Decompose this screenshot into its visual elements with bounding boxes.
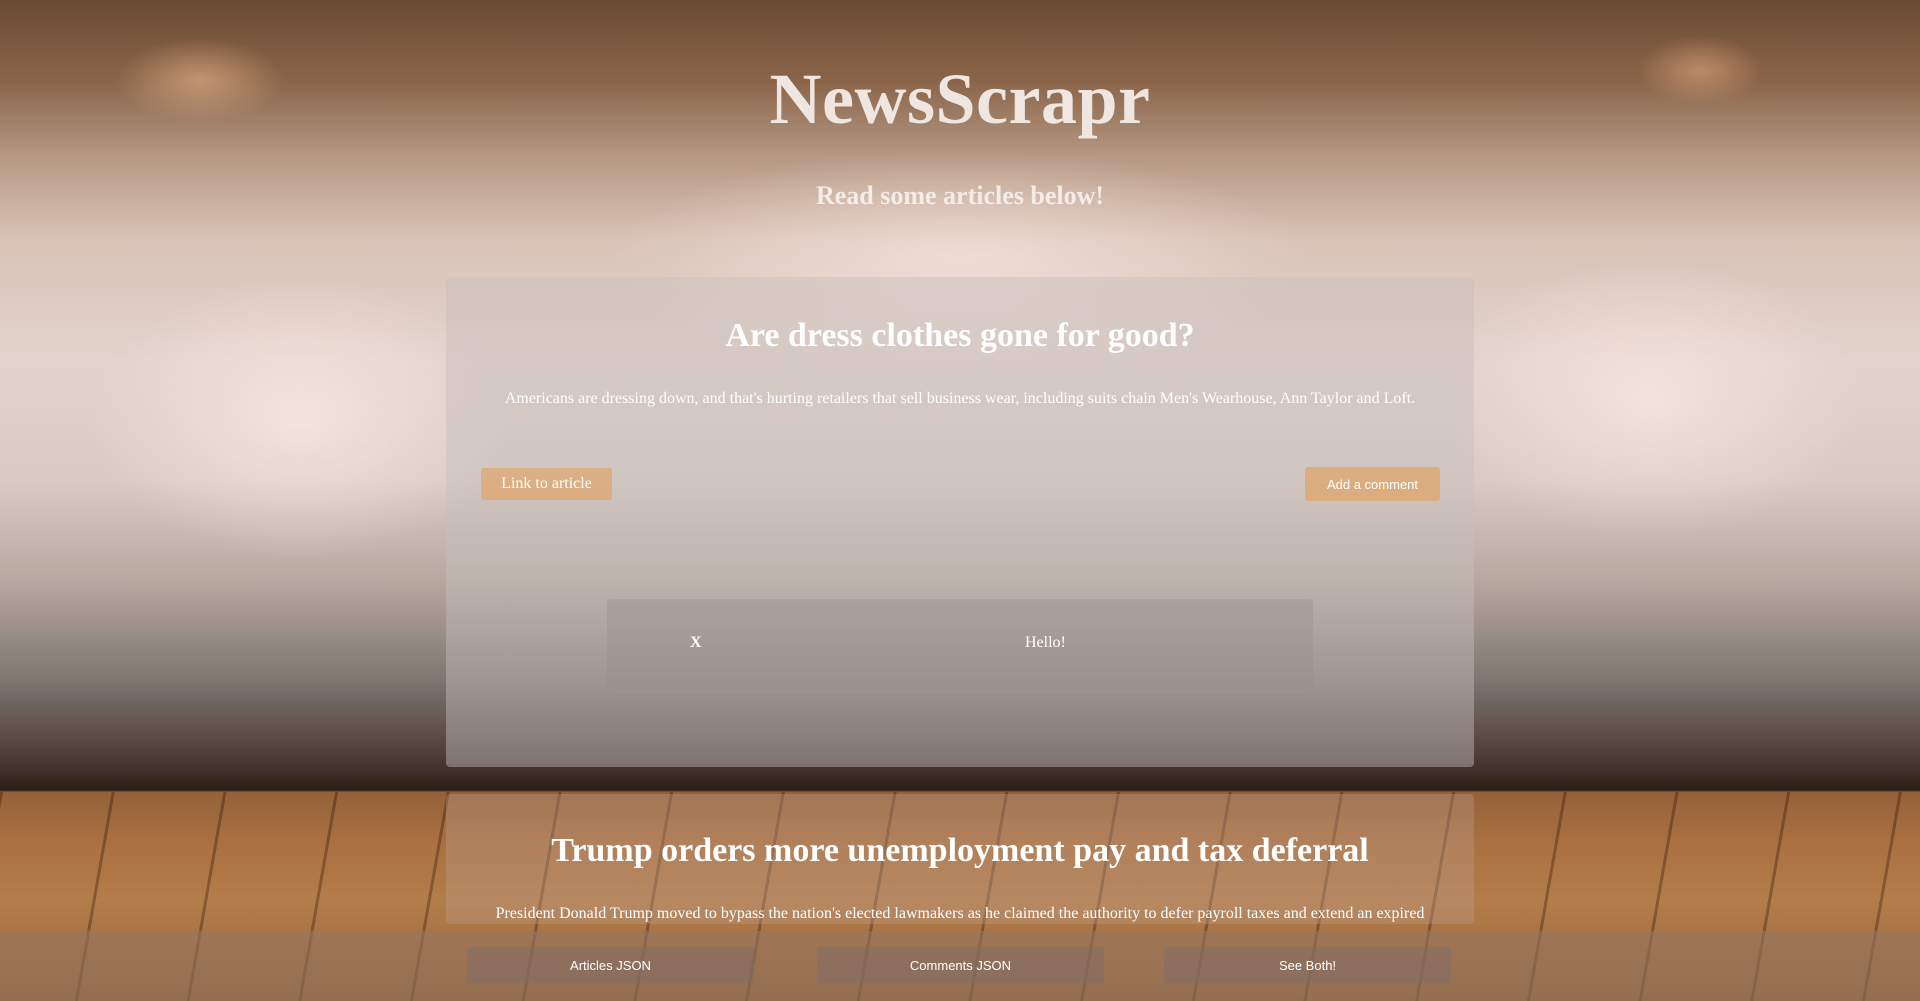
article-summary: President Donald Trump moved to bypass t… [495, 905, 1425, 922]
article-card: Trump orders more unemployment pay and t… [446, 794, 1474, 924]
page-subtitle: Read some articles below! [815, 181, 1105, 210]
site-title: NewsScrapr [769, 59, 1151, 139]
comment-item: X Hello! [607, 599, 1313, 689]
comments-json-button[interactable]: Comments JSON [817, 947, 1104, 983]
article-title: Trump orders more unemployment pay and t… [551, 832, 1369, 869]
article-summary: Americans are dressing down, and that's … [504, 390, 1416, 407]
article-title: Are dress clothes gone for good? [725, 317, 1195, 354]
see-both-button[interactable]: See Both! [1164, 947, 1451, 983]
add-comment-button[interactable]: Add a comment [1305, 467, 1440, 501]
delete-comment-button[interactable]: X [690, 634, 702, 652]
footer-bar: Articles JSON Comments JSON See Both! [0, 931, 1920, 1001]
article-card: Are dress clothes gone for good? America… [446, 277, 1474, 767]
comment-text: Hello! [1025, 634, 1066, 651]
page-header: NewsScrapr Read some articles below! [0, 55, 1920, 211]
link-to-article-button[interactable]: Link to article [481, 468, 612, 500]
articles-json-button[interactable]: Articles JSON [467, 947, 754, 983]
